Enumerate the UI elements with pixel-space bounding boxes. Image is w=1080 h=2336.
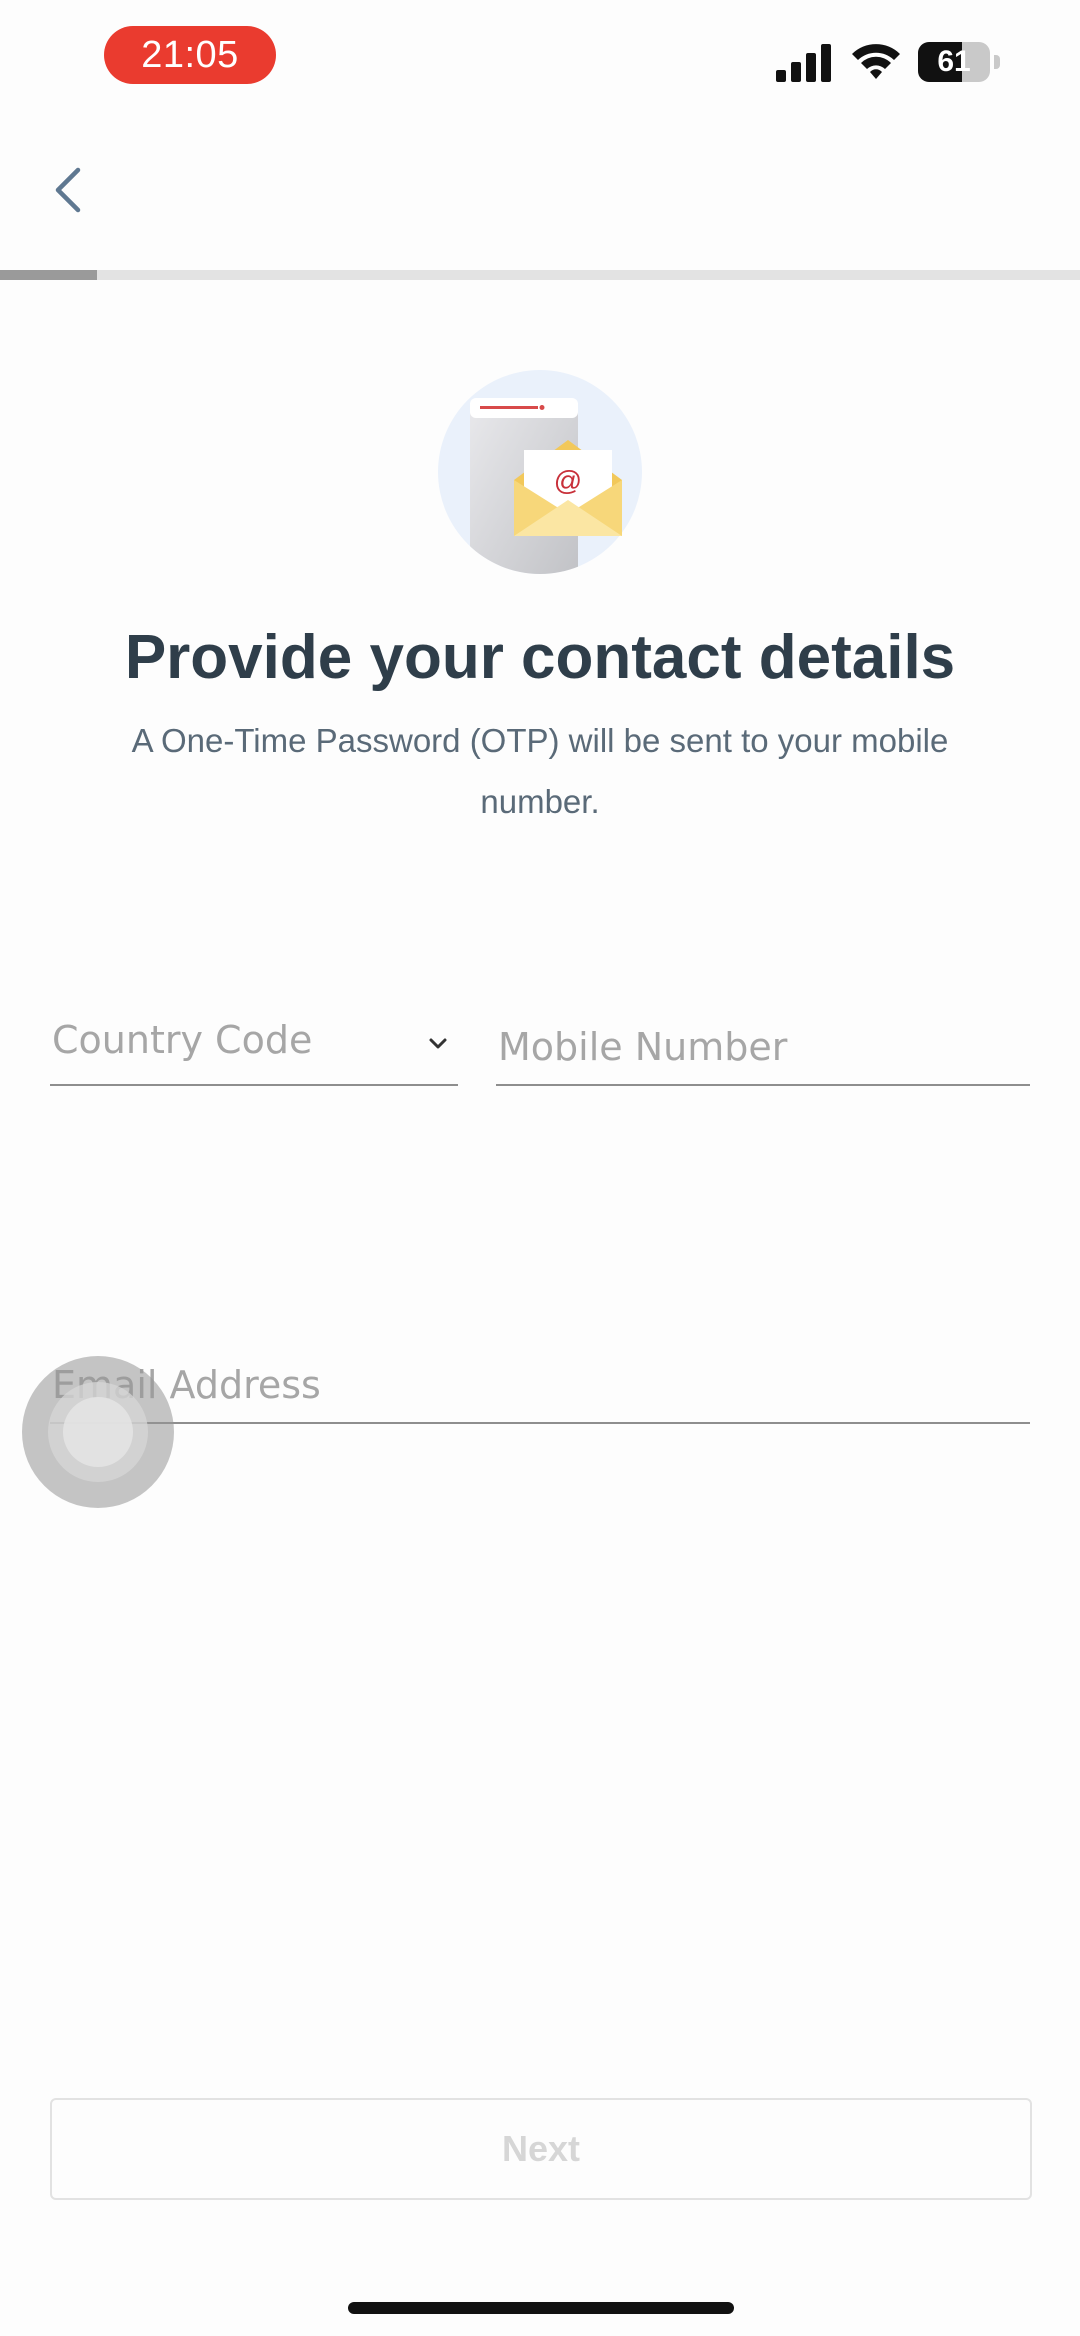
page-title: Provide your contact details bbox=[124, 623, 956, 692]
progress-bar bbox=[0, 270, 1080, 280]
chevron-down-icon bbox=[429, 1038, 447, 1049]
battery-icon: 61 bbox=[918, 42, 1002, 82]
status-time: 21:05 bbox=[104, 26, 276, 84]
svg-text:@: @ bbox=[554, 465, 582, 496]
cellular-signal-icon bbox=[776, 44, 831, 82]
mobile-number-field[interactable] bbox=[496, 1014, 1030, 1086]
back-button[interactable] bbox=[40, 160, 100, 220]
email-address-input[interactable] bbox=[50, 1352, 1030, 1418]
wifi-icon bbox=[852, 44, 900, 79]
phone-envelope-at-illustration: @ bbox=[438, 370, 642, 574]
country-code-dropdown[interactable]: Country Code bbox=[50, 1014, 458, 1086]
chevron-left-icon bbox=[55, 167, 81, 213]
page-subtitle: A One-Time Password (OTP) will be sent t… bbox=[131, 722, 949, 820]
touch-indicator bbox=[22, 1356, 174, 1508]
next-button[interactable]: Next bbox=[50, 2098, 1032, 2200]
home-indicator bbox=[348, 2302, 734, 2314]
battery-level: 61 bbox=[937, 45, 971, 78]
email-address-field[interactable] bbox=[50, 1352, 1030, 1424]
country-code-placeholder: Country Code bbox=[52, 1018, 313, 1062]
mobile-number-input[interactable] bbox=[496, 1014, 1030, 1080]
progress-bar-fill bbox=[0, 270, 98, 280]
